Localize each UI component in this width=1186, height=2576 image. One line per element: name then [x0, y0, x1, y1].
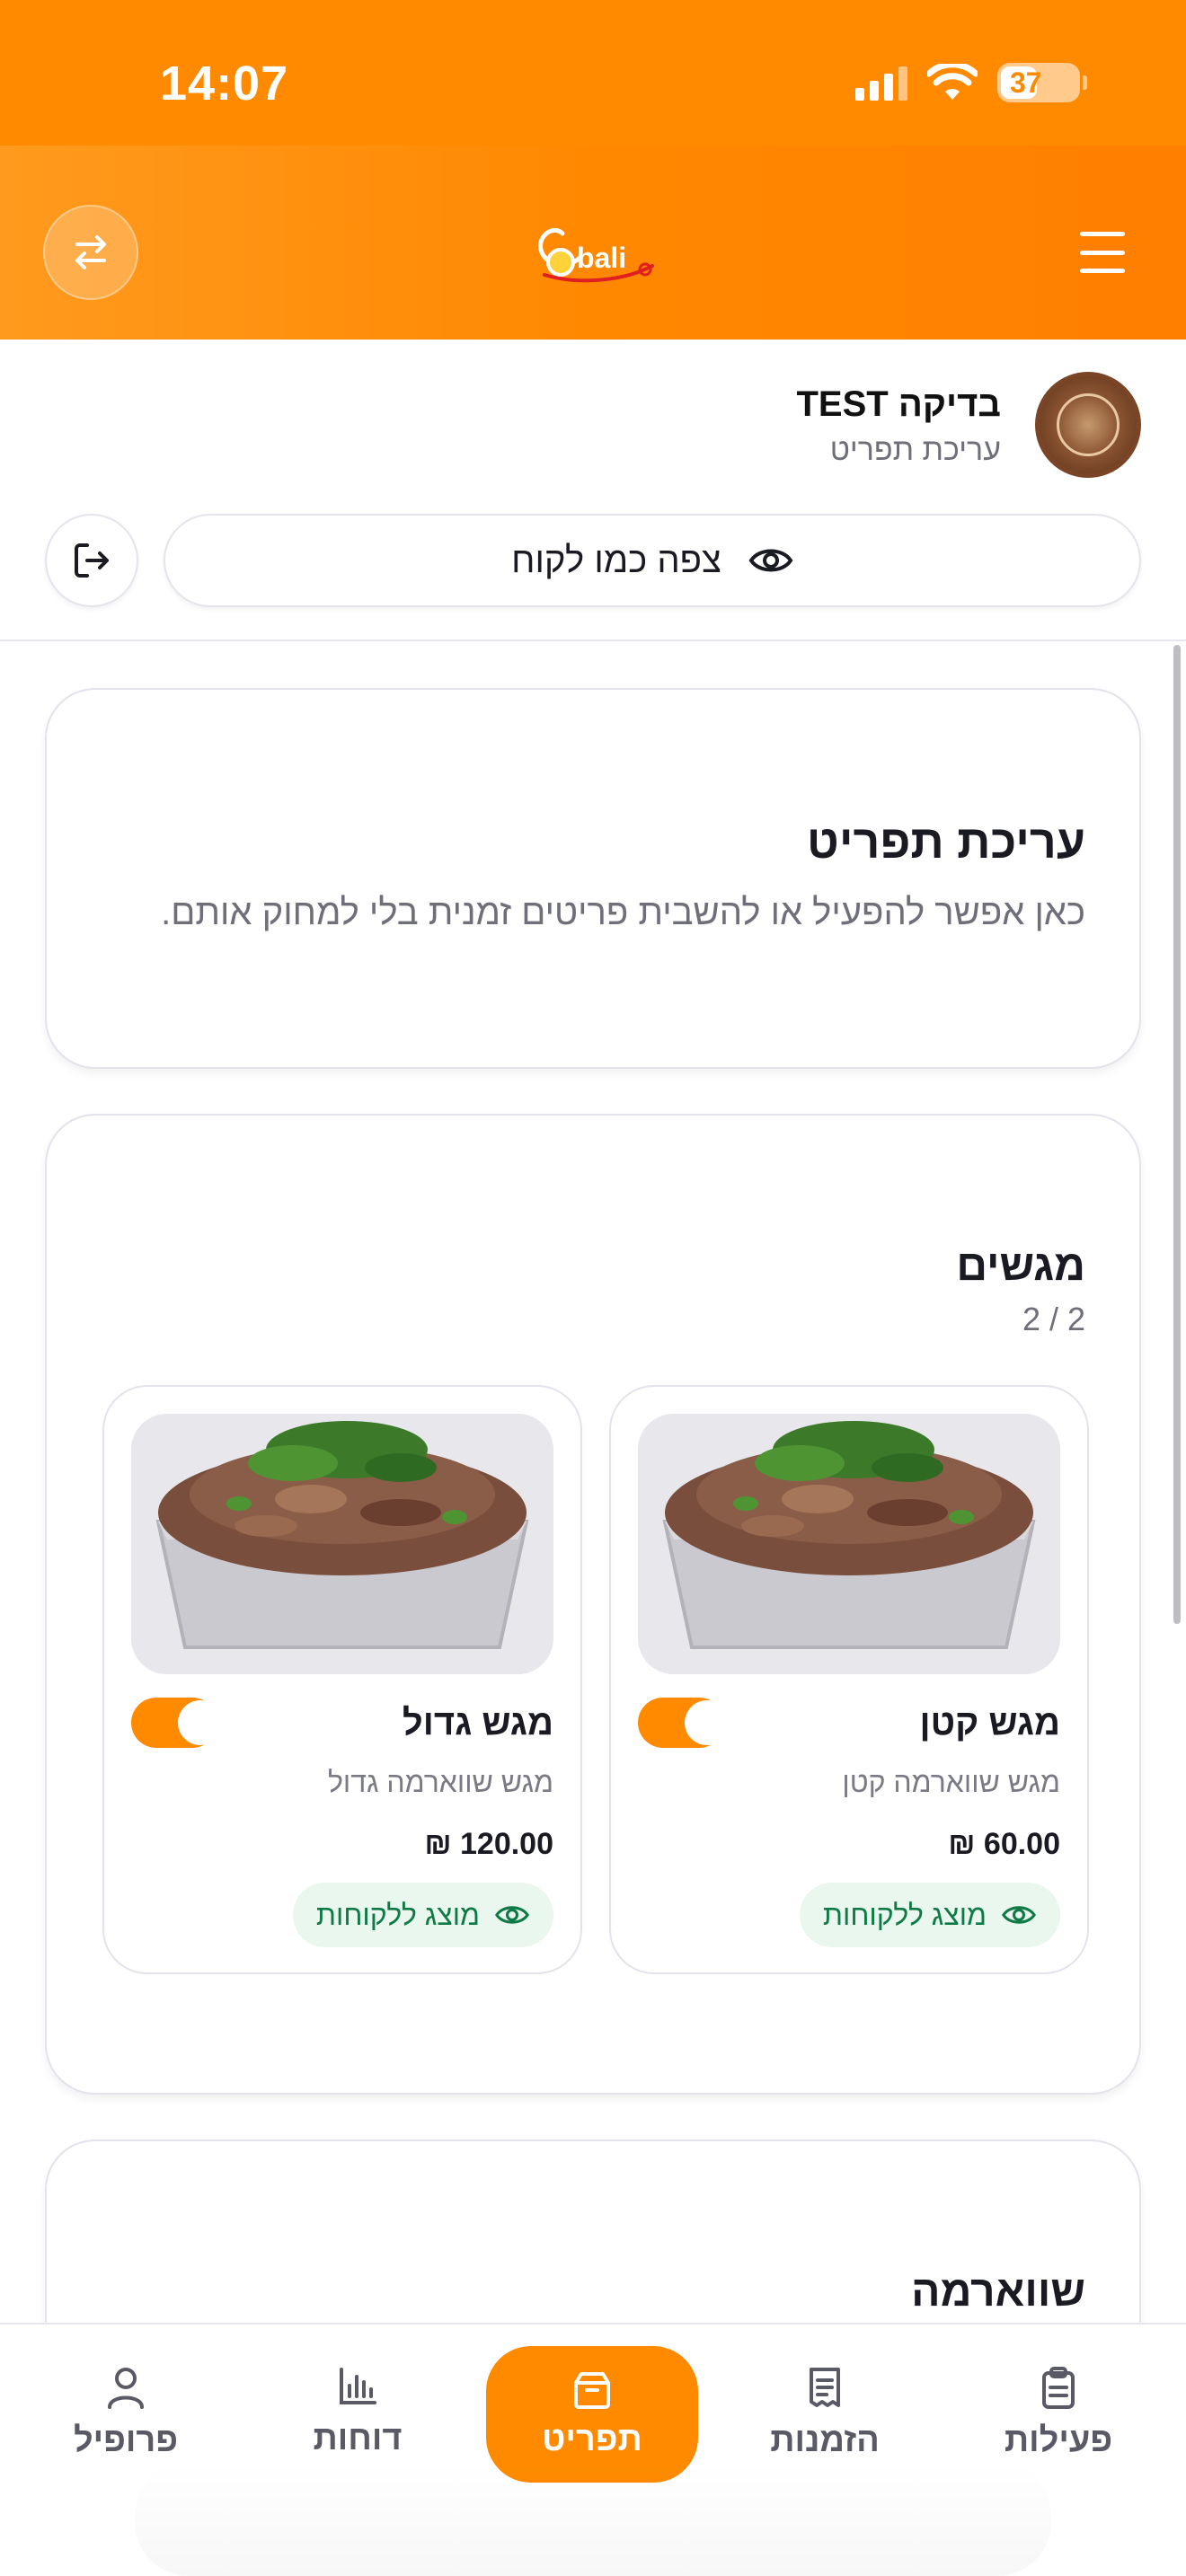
status-icons: 37: [855, 63, 1087, 102]
menu-item-price: ₪ 60.00: [948, 1827, 1060, 1861]
category-section-trays: מגשים 2 / 2 מגש קטן מגש שווארמה קטן ₪ 60…: [45, 1114, 1141, 2095]
menu-item-description: מגש שווארמה קטן: [842, 1766, 1060, 1798]
eye-icon: [1002, 1906, 1036, 1924]
nav-item-label: תפריט: [542, 2420, 642, 2458]
intro-card: עריכת תפריט כאן אפשר להפעיל או להשבית פר…: [45, 688, 1141, 1069]
menu-item-title: מגש גדול: [402, 1703, 553, 1742]
eye-icon: [748, 549, 793, 572]
logout-icon: [75, 543, 109, 578]
category-title: שווארמה: [911, 2268, 1085, 2316]
bar-chart-icon: [340, 2368, 376, 2404]
nav-item-activity[interactable]: פעילות: [969, 2366, 1148, 2460]
view-as-customer-label: צפה כמו לקוח: [511, 540, 721, 580]
restaurant-name: בדיקה TEST: [796, 384, 1002, 424]
restaurant-avatar: [1035, 372, 1141, 478]
hamburger-menu-button[interactable]: [1080, 232, 1125, 273]
app-header: bali: [0, 146, 1186, 340]
swap-arrows-icon: [75, 235, 106, 269]
visibility-badge-label: מוצג ללקוחות: [822, 1898, 987, 1931]
nav-item-reports[interactable]: דוחות: [268, 2366, 447, 2458]
logo-text: bali: [577, 242, 626, 274]
switch-account-button[interactable]: [43, 205, 138, 300]
menu-item-title: מגש קטן: [919, 1703, 1060, 1742]
visibility-badge-label: מוצג ללקוחות: [315, 1898, 480, 1931]
availability-toggle[interactable]: [638, 1698, 730, 1748]
battery-icon: 37: [997, 63, 1087, 102]
cellular-signal-icon: [855, 65, 907, 101]
menu-item-image: [638, 1414, 1060, 1674]
nav-item-label: פרופיל: [73, 2422, 179, 2459]
home-indicator-area: [135, 2461, 1051, 2576]
view-as-customer-button[interactable]: צפה כמו לקוח: [164, 514, 1141, 607]
menu-item-image: [131, 1414, 553, 1674]
nav-item-label: הזמנות: [770, 2422, 880, 2459]
status-time: 14:07: [160, 57, 289, 110]
box-icon: [574, 2371, 610, 2409]
logout-button[interactable]: [45, 514, 138, 607]
restaurant-subtitle: עריכת תפריט: [829, 433, 1001, 467]
eye-icon: [495, 1906, 529, 1924]
clipboard-icon: [1042, 2367, 1075, 2409]
category-count: 2 / 2: [1022, 1301, 1085, 1337]
status-bar: 14:07 37: [0, 0, 1186, 146]
menu-item-card[interactable]: מגש גדול מגש שווארמה גדול ₪ 120.00 מוצג …: [102, 1385, 582, 1974]
bali-logo: bali: [538, 227, 654, 283]
intro-description: כאן אפשר להפעיל או להשבית פריטים זמנית ב…: [161, 893, 1085, 932]
visibility-badge: מוצג ללקוחות: [292, 1883, 553, 1947]
menu-item-card[interactable]: מגש קטן מגש שווארמה קטן ₪ 60.00 מוצג ללק…: [609, 1385, 1089, 1974]
wifi-icon: [927, 64, 978, 100]
menu-item-price: ₪ 120.00: [424, 1827, 554, 1861]
restaurant-header: בדיקה TEST עריכת תפריט צפה כמו לקוח: [0, 340, 1186, 641]
nav-item-orders[interactable]: הזמנות: [735, 2366, 915, 2460]
scrollbar[interactable]: [1173, 645, 1181, 1624]
visibility-badge: מוצג ללקוחות: [799, 1883, 1060, 1947]
menu-item-description: מגש שווארמה גדול: [327, 1766, 553, 1798]
battery-level: 37: [1010, 66, 1042, 99]
intro-title: עריכת תפריט: [807, 816, 1085, 869]
category-title: מגשים: [956, 1242, 1085, 1290]
nav-item-profile[interactable]: פרופיל: [36, 2366, 216, 2460]
nav-item-label: דוחות: [313, 2420, 403, 2457]
nav-item-label: פעילות: [1004, 2422, 1113, 2459]
availability-toggle[interactable]: [131, 1698, 223, 1748]
user-icon: [108, 2368, 144, 2409]
receipt-icon: [810, 2368, 840, 2407]
